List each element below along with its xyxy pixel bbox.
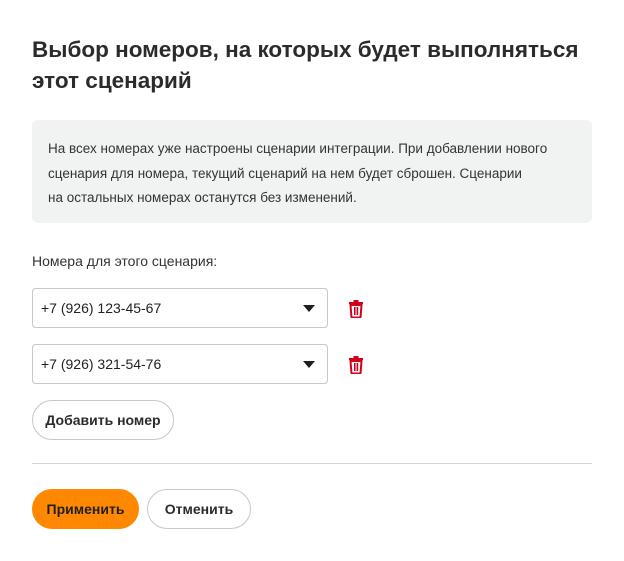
- phone-number-select[interactable]: +7 (926) 321-54-76: [32, 344, 328, 384]
- cancel-button[interactable]: Отменить: [147, 489, 251, 529]
- numbers-label: Номера для этого сценария:: [32, 253, 218, 269]
- trash-icon[interactable]: [345, 353, 367, 375]
- chevron-down-icon: [303, 304, 315, 312]
- info-notice: На всех номерах уже настроены сценарии и…: [32, 120, 592, 223]
- notice-line: на остальных номерах останутся без измен…: [48, 190, 357, 205]
- trash-icon[interactable]: [345, 297, 367, 319]
- phone-number-value: +7 (926) 321-54-76: [41, 356, 162, 372]
- notice-line: сценария для номера, текущий сценарий на…: [48, 165, 522, 181]
- phone-number-select[interactable]: +7 (926) 123-45-67: [32, 288, 328, 328]
- notice-line: На всех номерах уже настроены сценарии и…: [48, 141, 548, 156]
- add-number-button[interactable]: Добавить номер: [32, 400, 174, 440]
- page-title: Выбор номеров, на которых будет выполнят…: [32, 37, 579, 93]
- chevron-down-icon: [303, 360, 315, 368]
- divider: [32, 463, 592, 464]
- apply-button[interactable]: Применить: [32, 489, 139, 529]
- phone-number-value: +7 (926) 123-45-67: [41, 300, 162, 316]
